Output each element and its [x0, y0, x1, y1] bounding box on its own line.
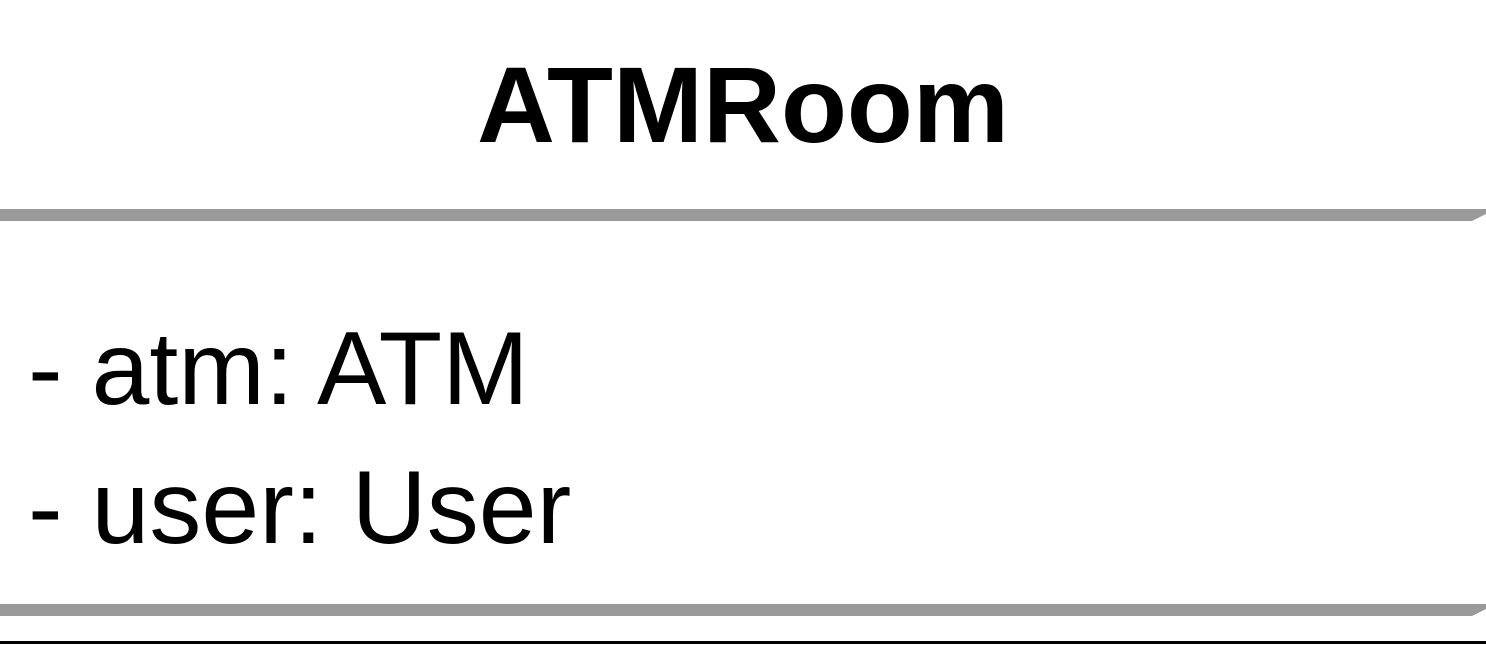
methods-compartment-top-border — [0, 641, 1486, 644]
attributes-methods-divider — [0, 604, 1486, 616]
attribute-user: - user: User — [28, 450, 572, 566]
class-name: ATMRoom — [477, 44, 1009, 165]
uml-class-box: ATMRoom - atm: ATM - user: User — [0, 0, 1486, 646]
attributes-compartment: - atm: ATM - user: User — [28, 300, 571, 578]
name-attributes-divider — [0, 209, 1486, 221]
attribute-atm: - atm: ATM — [28, 311, 529, 427]
